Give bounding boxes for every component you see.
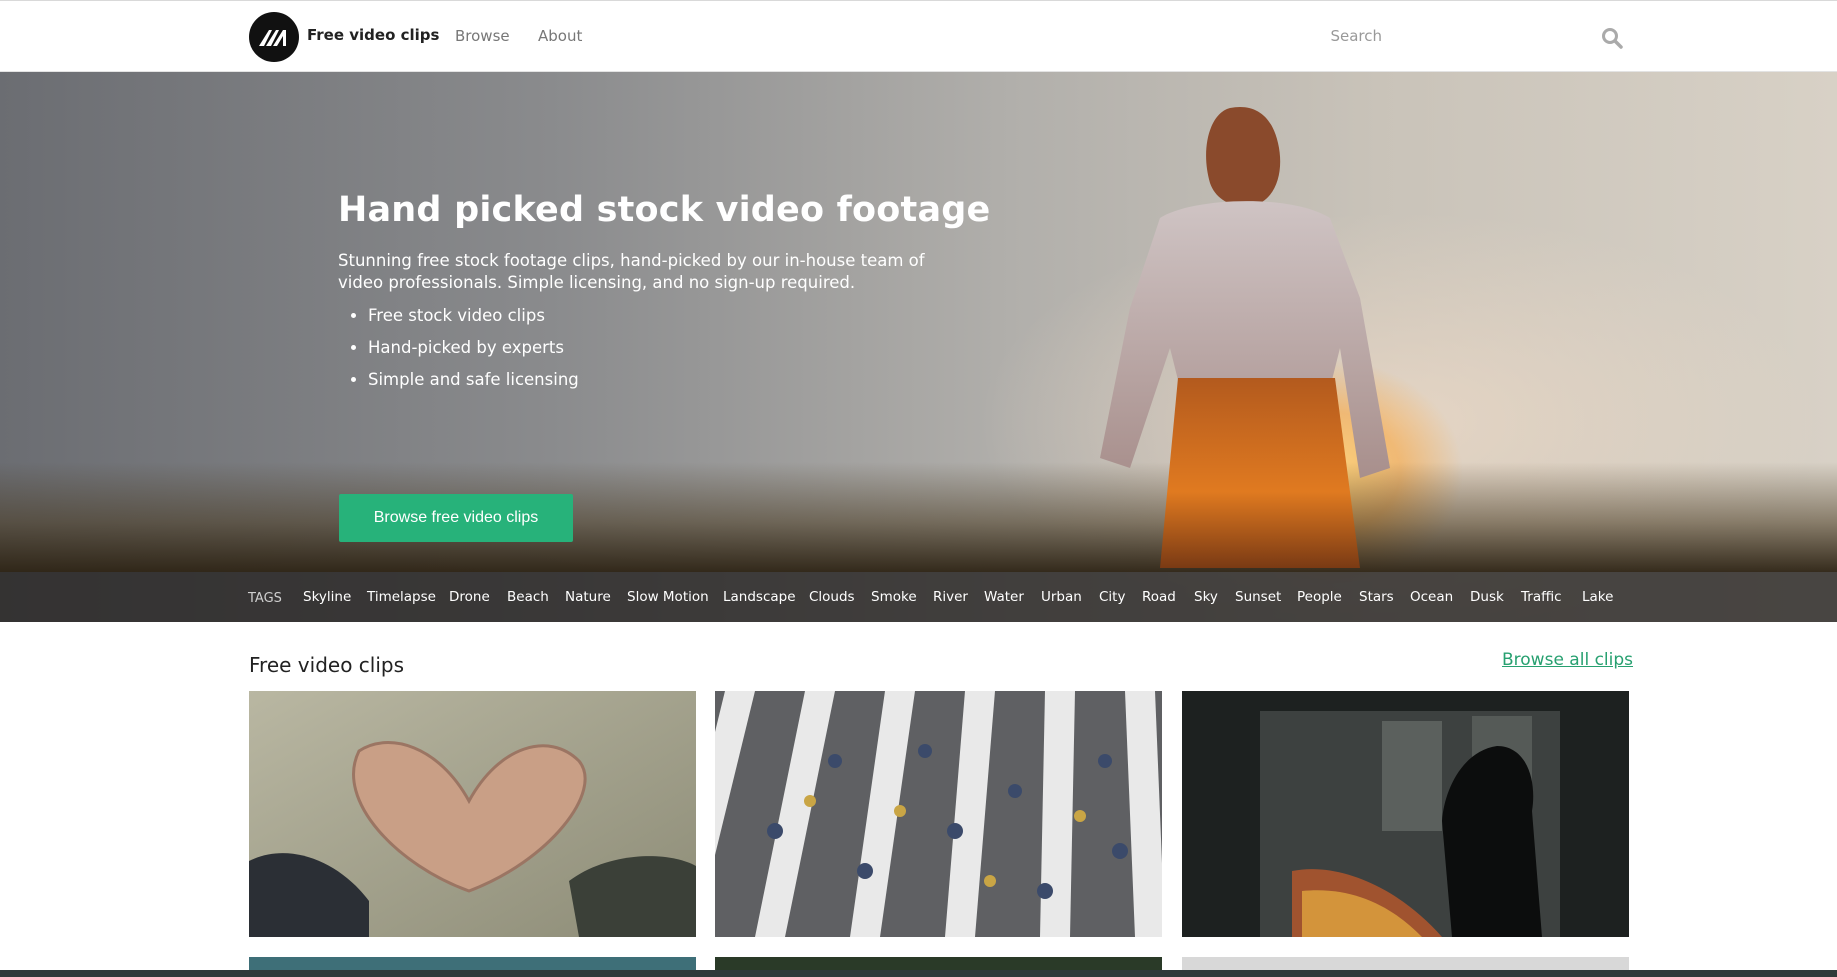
brand-name[interactable]: Free video clips xyxy=(307,26,439,44)
tag-ocean[interactable]: Ocean xyxy=(1410,589,1453,605)
tag-city[interactable]: City xyxy=(1099,589,1125,605)
tags-bar: TAGS Skyline Timelapse Drone Beach Natur… xyxy=(0,572,1837,622)
search-icon[interactable] xyxy=(1601,27,1623,49)
tag-river[interactable]: River xyxy=(933,589,968,605)
tag-sunset[interactable]: Sunset xyxy=(1235,589,1281,605)
hero-feature-item: Free stock video clips xyxy=(368,300,579,332)
tag-traffic[interactable]: Traffic xyxy=(1521,589,1562,605)
clip-thumbnail-city-window[interactable] xyxy=(1182,691,1629,937)
hero-grass-background xyxy=(0,462,1837,572)
site-logo[interactable] xyxy=(249,12,299,62)
hero-feature-item: Simple and safe licensing xyxy=(368,364,579,396)
tag-urban[interactable]: Urban xyxy=(1041,589,1082,605)
tag-beach[interactable]: Beach xyxy=(507,589,549,605)
tag-lake[interactable]: Lake xyxy=(1582,589,1613,605)
tag-sky[interactable]: Sky xyxy=(1194,589,1218,605)
browse-free-clips-button[interactable]: Browse free video clips xyxy=(339,494,573,542)
hero-title: Hand picked stock video footage xyxy=(338,190,991,230)
tag-people[interactable]: People xyxy=(1297,589,1342,605)
tag-skyline[interactable]: Skyline xyxy=(303,589,351,605)
tag-clouds[interactable]: Clouds xyxy=(809,589,855,605)
hero-feature-item: Hand-picked by experts xyxy=(368,332,579,364)
search-input[interactable]: Search xyxy=(1330,27,1382,45)
section-title: Free video clips xyxy=(249,653,405,677)
tags-label: TAGS xyxy=(248,591,282,606)
bottom-scroll-edge xyxy=(0,970,1837,977)
clip-thumbnail-hands-heart[interactable] xyxy=(249,691,696,937)
tag-dusk[interactable]: Dusk xyxy=(1470,589,1504,605)
clip-thumbnail-crosswalk[interactable] xyxy=(715,691,1162,937)
top-navigation: Free video clips Browse About Search xyxy=(0,0,1837,72)
tag-slow-motion[interactable]: Slow Motion xyxy=(627,589,709,605)
tag-drone[interactable]: Drone xyxy=(449,589,490,605)
hero-description: Stunning free stock footage clips, hand-… xyxy=(338,251,925,292)
logo-mark-icon xyxy=(259,30,286,46)
hero-banner: Hand picked stock video footage Stunning… xyxy=(0,72,1837,622)
nav-browse-link[interactable]: Browse xyxy=(455,27,510,45)
tag-smoke[interactable]: Smoke xyxy=(871,589,917,605)
tag-road[interactable]: Road xyxy=(1142,589,1176,605)
nav-about-link[interactable]: About xyxy=(538,27,582,45)
tag-timelapse[interactable]: Timelapse xyxy=(367,589,436,605)
tag-stars[interactable]: Stars xyxy=(1359,589,1394,605)
tag-landscape[interactable]: Landscape xyxy=(723,589,796,605)
tag-water[interactable]: Water xyxy=(984,589,1024,605)
tag-nature[interactable]: Nature xyxy=(565,589,611,605)
browse-all-clips-link[interactable]: Browse all clips xyxy=(1502,650,1633,670)
hero-woman-image xyxy=(1100,106,1390,568)
hero-feature-list: Free stock video clips Hand-picked by ex… xyxy=(338,300,579,396)
